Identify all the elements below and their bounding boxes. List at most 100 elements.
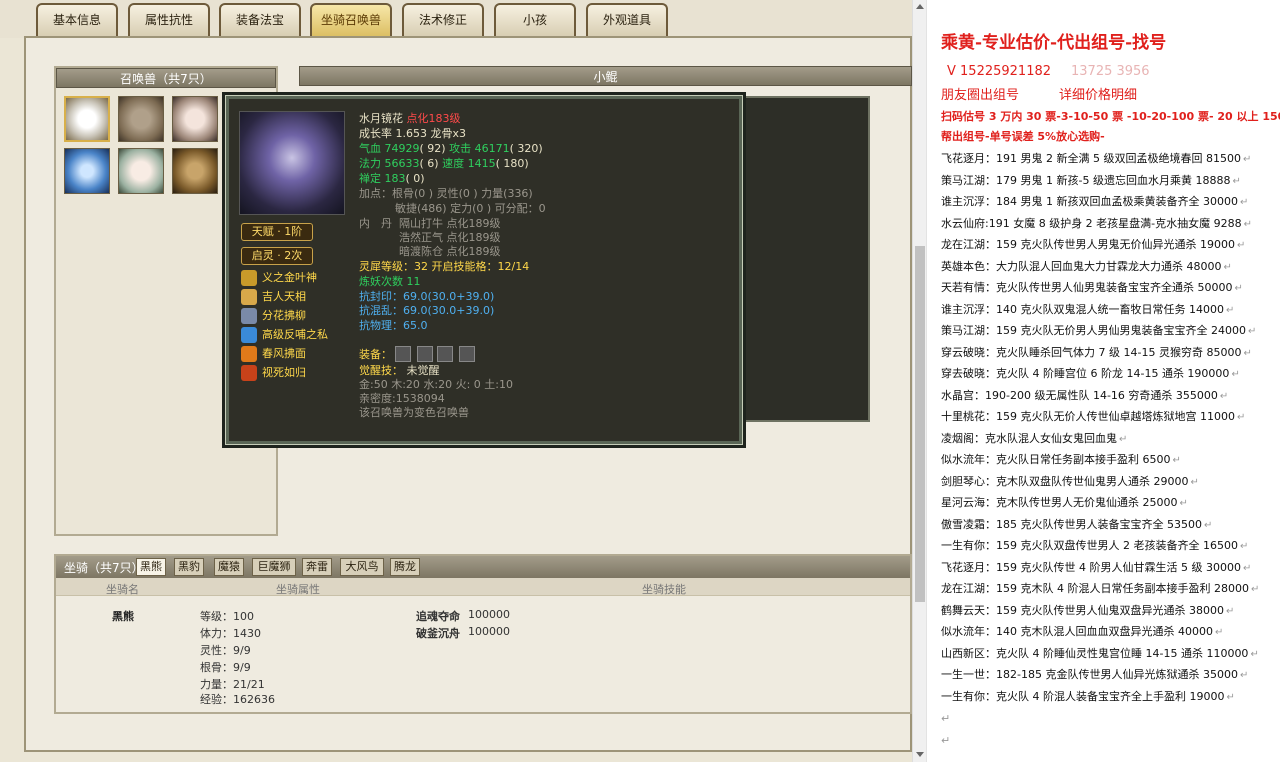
paragraph-mark: ↵ <box>1250 648 1259 660</box>
mount-stat-strength: 力量：21/21 <box>200 678 265 691</box>
listing-text: 飞花逐月：191 男鬼 2 新全满 5 级双回孟极绝境春回 81500 <box>941 152 1241 165</box>
skill-2[interactable]: 吉人天相 <box>241 288 306 306</box>
pet-slot-1[interactable] <box>64 96 110 142</box>
equip-slot-3[interactable] <box>437 346 453 362</box>
pet-mp-spd: 法力 56633( 6) 速度 1415( 180) <box>359 156 529 171</box>
paragraph-mark: ↵ <box>1172 455 1181 466</box>
pet-name-line: 水月镜花 点化183级 <box>359 111 461 126</box>
listing-text: 剑胆琴心：克木队双盘队传世仙鬼男人通杀 29000 <box>941 474 1189 488</box>
tab-child[interactable]: 小孩 <box>494 3 576 36</box>
mount-panel: 坐骑（共7只） 黑熊 黑豹 魔猿 巨魔狮 奔雷 大风鸟 腾龙 坐骑名 坐骑属性 … <box>54 554 912 714</box>
spd-label: 速度 <box>442 157 465 170</box>
listing-text: 谁主沉浮：184 男鬼 1 新孩双回血孟极乘黄装备齐全 30000 <box>941 195 1238 208</box>
mount-skill-1-name: 追魂夺命 <box>416 610 460 623</box>
paragraph-mark: ↵ <box>1179 498 1188 509</box>
listing-item: 似水流年：克火队日常任务副本接手盈利 6500 ↵ <box>941 451 1181 467</box>
pet-slot-4[interactable] <box>64 148 110 194</box>
awaken-line: 觉醒技： 未觉醒 <box>359 363 440 378</box>
mp-extra: ( 6) <box>419 157 439 170</box>
skill-6[interactable]: 视死如归 <box>241 364 306 382</box>
scroll-thumb[interactable] <box>915 246 925 602</box>
tab-basic-info[interactable]: 基本信息 <box>36 3 118 36</box>
listing-text: 水晶宫：190-200 级无属性队 14-16 穷奇通杀 355000 <box>941 388 1218 402</box>
listing-text: 一生有你：159 克火队双盘传世男人 2 老孩装备齐全 16500 <box>941 539 1238 552</box>
listing-item: 天若有情：克火队传世男人仙男鬼装备宝宝齐全通杀 50000 ↵ <box>941 279 1243 295</box>
listing-item: 龙在江湖：159 克火队传世男人男鬼无价仙异光通杀 19000 ↵ <box>941 236 1245 252</box>
scroll-up-icon[interactable] <box>916 4 924 9</box>
mount-col-header <box>56 578 910 596</box>
listing-text: 一生一世：182-185 克金队传世男人仙异光炼狱通杀 35000 <box>941 668 1238 681</box>
tab-mount-pets[interactable]: 坐骑召唤兽 <box>310 3 392 36</box>
equip-slot-2[interactable] <box>417 346 433 362</box>
zen-value: 183 <box>384 172 406 185</box>
zen-extra: ( 0) <box>405 172 425 185</box>
mount-tab-4[interactable]: 巨魔狮 <box>252 558 296 576</box>
mount-tab-5[interactable]: 奔雷 <box>302 558 332 576</box>
pet-level: 点化183级 <box>406 112 461 125</box>
skill-icon <box>241 308 257 324</box>
pet-slot-3[interactable] <box>172 96 218 142</box>
mount-title: 坐骑（共7只） <box>64 561 144 575</box>
mount-tab-6[interactable]: 大风鸟 <box>340 558 384 576</box>
tab-appearance[interactable]: 外观道具 <box>586 3 668 36</box>
listing-item: 似水流年：140 克木队混人回血血双盘异光通杀 40000 ↵ <box>941 623 1223 639</box>
listing-item: 水云仙府:191 女魔 8 级护身 2 老孩星盘满-克水抽女魔 9288 ↵ <box>941 215 1252 231</box>
listing-text: 天若有情：克火队传世男人仙男鬼装备宝宝齐全通杀 50000 <box>941 281 1233 294</box>
pet-growth: 成长率 1.653 龙骨x3 <box>359 127 466 140</box>
paragraph-mark: ↵ <box>1190 476 1199 488</box>
listing-item: 凌烟阁：克水队混人女仙女鬼回血鬼 ↵ <box>941 430 1127 446</box>
hp-extra: ( 92) <box>419 142 446 155</box>
skill-4[interactable]: 高级反哺之私 <box>241 326 328 344</box>
tab-attributes[interactable]: 属性抗性 <box>128 3 210 36</box>
listing-item: 龙在江湖：159 克木队 4 阶混人日常任务副本接手盈利 28000 ↵ <box>941 580 1259 596</box>
pet-slot-5[interactable] <box>118 148 164 194</box>
mount-tab-2[interactable]: 黑豹 <box>174 558 204 576</box>
mount-tab-7[interactable]: 腾龙 <box>390 558 420 576</box>
skill-5[interactable]: 春风拂面 <box>241 345 306 363</box>
mount-skill-1-value: 100000 <box>468 608 510 621</box>
tab-equipment[interactable]: 装备法宝 <box>219 3 301 36</box>
mount-tab-1[interactable]: 黑熊 <box>136 558 166 576</box>
game-window: 基本信息 属性抗性 装备法宝 坐骑召唤兽 法术修正 小孩 外观道具 召唤兽（共7… <box>0 0 912 762</box>
listing-text: 山西新区：克火队 4 阶睡仙灵性鬼宫位睡 14-15 通杀 110000 <box>941 646 1249 660</box>
listing-text: 穿去破晓：克火队 4 阶睡宫位 6 阶龙 14-15 通杀 190000 <box>941 367 1230 380</box>
skill-icon <box>241 270 257 286</box>
mount-tab-3[interactable]: 魔猿 <box>214 558 244 576</box>
skill-1[interactable]: 义之金叶神 <box>241 269 317 287</box>
equip-slot-4[interactable] <box>459 346 475 362</box>
paragraph-mark: ↵ <box>1119 433 1128 445</box>
spd-extra: ( 180) <box>495 157 529 170</box>
skill-3[interactable]: 分花拂柳 <box>241 307 306 325</box>
pet-list-title: 召唤兽（共7只） <box>56 68 276 88</box>
mount-stat-level: 等级：100 <box>200 610 254 623</box>
listing-text: 凌烟阁：克水队混人女仙女鬼回血鬼 <box>941 431 1117 445</box>
col-mount-name: 坐骑名 <box>106 583 139 596</box>
tab-bar: 基本信息 属性抗性 装备法宝 坐骑召唤兽 法术修正 小孩 外观道具 <box>0 0 912 38</box>
doc-phone-blurred: 13725 3956 <box>1071 64 1150 79</box>
elements: 金:50 木:20 水:20 火: 0 土:10 <box>359 378 513 391</box>
hp-label: 气血 <box>359 142 381 155</box>
mount-stat-root: 根骨：9/9 <box>200 661 251 674</box>
skill-icon <box>241 327 257 343</box>
listing-text: 似水流年：140 克木队混人回血血双盘异光通杀 40000 <box>941 625 1213 638</box>
listing-item: 剑胆琴心：克木队双盘队传世仙鬼男人通杀 29000 ↵ <box>941 473 1199 489</box>
listing-item: 谁主沉浮：184 男鬼 1 新孩双回血孟极乘黄装备齐全 30000 ↵ <box>941 193 1248 209</box>
paragraph-mark: ↵ <box>1236 412 1246 423</box>
paragraph-mark: ↵ <box>1223 261 1232 273</box>
paragraph-mark: ↵ <box>1242 154 1252 165</box>
paragraph-mark: ↵ <box>1214 627 1224 638</box>
equip-slot-1[interactable] <box>395 346 411 362</box>
pet-slot-2[interactable] <box>118 96 164 142</box>
neidan-1: 隔山打牛 点化189级 <box>399 217 501 230</box>
mount-stat-spirit: 灵性：9/9 <box>200 644 251 657</box>
atk-extra: ( 320) <box>509 142 543 155</box>
awaken-label: 觉醒技： <box>359 364 403 377</box>
skill-icon <box>241 289 257 305</box>
listing-text: 水云仙府:191 女魔 8 级护身 2 老孩星盘满-克水抽女魔 9288 <box>941 216 1242 230</box>
vertical-scrollbar[interactable] <box>912 0 926 762</box>
pet-slot-6[interactable] <box>172 148 218 194</box>
paragraph-mark-1: ↵ <box>941 712 951 725</box>
listing-item: 策马江湖：159 克火队无价男人男仙男鬼装备宝宝齐全 24000 ↵ <box>941 322 1256 338</box>
tab-spell-correction[interactable]: 法术修正 <box>402 3 484 36</box>
scroll-down-icon[interactable] <box>916 752 924 757</box>
